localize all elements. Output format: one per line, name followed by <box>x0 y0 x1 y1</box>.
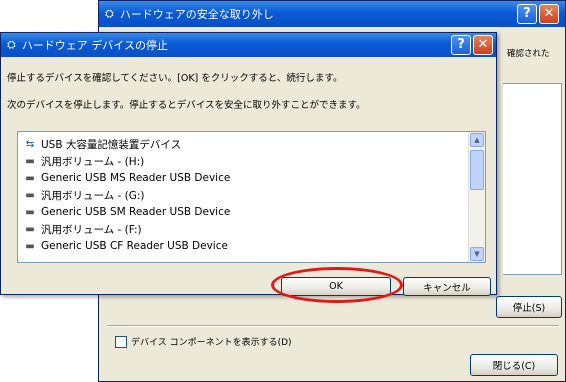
stop-device-dialog: ⛭ ハードウェア デバイスの停止 ? ✕ 停止するデバイスを確認してください。[… <box>0 32 497 303</box>
list-item-label: USB 大容量記憶装置デバイス <box>41 138 182 151</box>
drive-icon: ▬ <box>25 155 35 167</box>
hardware-list[interactable] <box>503 83 562 275</box>
show-components-checkbox[interactable] <box>115 335 127 348</box>
help-button[interactable]: ? <box>451 35 471 55</box>
dialog-titlebar: ⛭ ハードウェア デバイスの停止 <box>1 33 496 57</box>
close-button[interactable]: 閉じる(C) <box>470 354 558 376</box>
device-list[interactable]: ⇆ USB 大容量記憶装置デバイス ▬ 汎用ボリューム - (H:) ▬ Gen… <box>17 131 486 263</box>
drive-icon: ▬ <box>25 189 35 201</box>
hardware-icon: ⛭ <box>7 38 16 51</box>
stop-button[interactable]: 停止(S) <box>496 296 562 318</box>
instruction-text-1: 停止するデバイスを確認してください。[OK] をクリックすると、続行します。 <box>7 73 343 84</box>
dialog-title: ハードウェア デバイスの停止 <box>21 39 168 52</box>
list-item[interactable]: ⇆ USB 大容量記憶装置デバイス <box>22 136 181 152</box>
usb-device-icon: ⇆ <box>25 138 35 150</box>
help-button[interactable]: ? <box>517 4 537 24</box>
scroll-thumb[interactable] <box>470 150 484 190</box>
close-dialog-button[interactable]: ✕ <box>473 35 493 55</box>
list-item[interactable]: ▬ 汎用ボリューム - (F:) <box>22 221 142 237</box>
drive-icon: ▬ <box>25 172 35 184</box>
vertical-scrollbar[interactable]: ▲ ▼ <box>468 132 485 262</box>
show-components-label: デバイス コンポーネントを表示する(D) <box>131 338 292 348</box>
list-item-label: 汎用ボリューム - (H:) <box>41 155 145 168</box>
list-item[interactable]: ▬ Generic USB SM Reader USB Device <box>22 204 230 220</box>
list-item[interactable]: ▬ Generic USB CF Reader USB Device <box>22 238 228 254</box>
scroll-down-icon[interactable]: ▼ <box>470 247 484 261</box>
list-item-label: Generic USB SM Reader USB Device <box>41 206 231 218</box>
drive-icon: ▬ <box>25 223 35 235</box>
list-item-label: Generic USB CF Reader USB Device <box>41 240 228 252</box>
back-window-titlebar: ⛭ ハードウェアの安全な取り外し <box>99 1 565 27</box>
cancel-button[interactable]: キャンセル <box>403 277 491 296</box>
list-item[interactable]: ▬ Generic USB MS Reader USB Device <box>22 170 230 186</box>
back-window-note: 確認された <box>507 49 550 59</box>
drive-icon: ▬ <box>25 206 35 218</box>
drive-icon: ▬ <box>25 240 35 252</box>
list-item[interactable]: ▬ 汎用ボリューム - (H:) <box>22 153 144 169</box>
back-window-title: ハードウェアの安全な取り外し <box>119 8 274 21</box>
show-components-option[interactable]: デバイス コンポーネントを表示する(D) <box>115 335 292 348</box>
list-item-label: 汎用ボリューム - (G:) <box>41 189 145 202</box>
list-item[interactable]: ▬ 汎用ボリューム - (G:) <box>22 187 145 203</box>
scroll-up-icon[interactable]: ▲ <box>470 133 484 147</box>
list-item-label: 汎用ボリューム - (F:) <box>41 223 142 236</box>
ok-button[interactable]: OK <box>281 277 391 296</box>
close-window-button[interactable]: ✕ <box>539 4 559 24</box>
list-item-label: Generic USB MS Reader USB Device <box>41 172 231 184</box>
instruction-text-2: 次のデバイスを停止します。停止するとデバイスを安全に取り外すことができます。 <box>7 100 366 111</box>
separator <box>107 325 559 327</box>
hardware-icon: ⛭ <box>105 7 114 20</box>
